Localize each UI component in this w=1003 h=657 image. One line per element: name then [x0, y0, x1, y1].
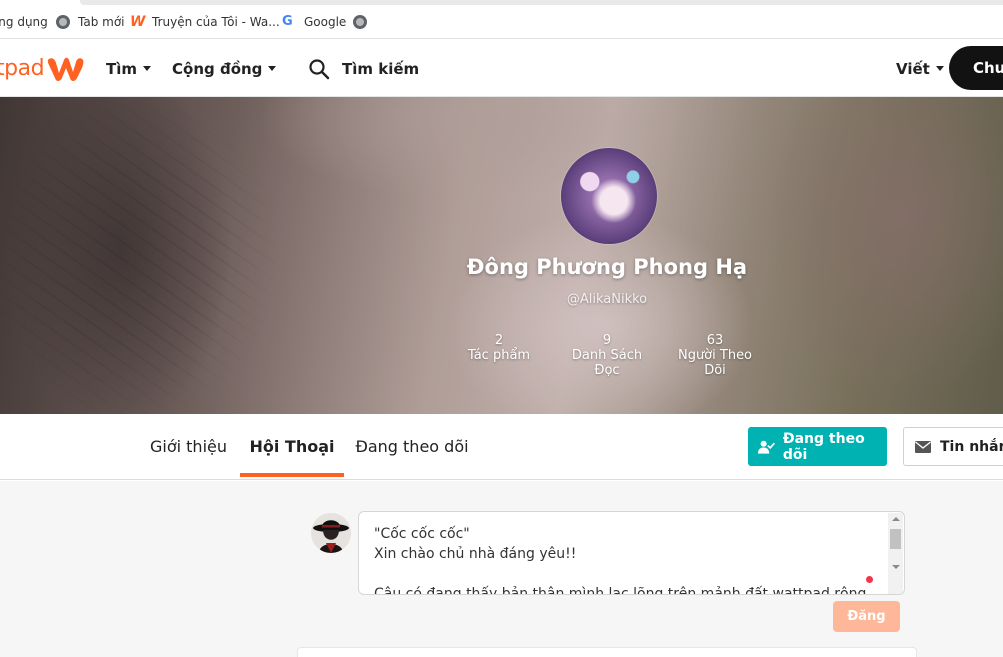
current-user-avatar [311, 513, 351, 553]
stat-reading-lists[interactable]: 9 Danh Sách Đọc [562, 333, 652, 378]
scroll-up-icon[interactable] [892, 517, 900, 521]
wattpad-w-icon [47, 57, 84, 81]
user-check-icon [758, 440, 775, 454]
profile-username: @AlikaNikko [566, 292, 648, 307]
stat-label: Danh Sách Đọc [571, 348, 643, 378]
stat-followers[interactable]: 63 Người Theo Dõi [670, 333, 760, 378]
tab-conversations[interactable]: Hội Thoại [240, 414, 344, 478]
logo-text: tpad [0, 55, 45, 81]
profile-avatar [561, 148, 657, 244]
tab-about[interactable]: Giới thiệu [140, 414, 237, 478]
scrollbar-thumb[interactable] [890, 529, 901, 549]
message-card [297, 647, 917, 657]
tab-label: Đang theo dõi [355, 436, 469, 456]
active-tab-indicator [240, 473, 344, 477]
bookmark-label: Truyện của Tôi - Wa... [152, 15, 280, 29]
premium-button[interactable]: Chuy [949, 46, 1003, 90]
bookmark-label: Ứng dụng [0, 15, 48, 29]
tab-label: Hội Thoại [249, 436, 335, 456]
bookmark-google[interactable]: G Google [282, 5, 346, 39]
caret-down-icon [268, 66, 277, 71]
following-button[interactable]: Đang theo dõi [748, 427, 887, 466]
bookmark-new-tab[interactable]: Tab mới [56, 5, 125, 39]
profile-banner: Đông Phương Phong Hạ @AlikaNikko 2 Tác p… [0, 97, 1003, 414]
wattpad-icon: W [130, 14, 146, 30]
composer-textarea[interactable]: "Cốc cốc cốc" Xin chào chủ nhà đáng yêu!… [374, 524, 884, 594]
caret-down-icon [935, 66, 944, 71]
search-input[interactable]: Tìm kiếm [342, 60, 419, 78]
tab-following[interactable]: Đang theo dõi [350, 414, 474, 478]
caret-down-icon [143, 66, 152, 71]
stat-value: 2 [494, 333, 504, 348]
bookmark-globe[interactable] [353, 5, 375, 39]
message-button-label: Tin nhắn [940, 438, 1003, 455]
post-button-label: Đăng [847, 609, 886, 624]
stat-works[interactable]: 2 Tác phẩm [454, 333, 544, 363]
bookmark-label: Google [304, 15, 347, 29]
stat-label: Người Theo Dõi [677, 348, 753, 378]
tab-label: Giới thiệu [149, 436, 227, 456]
search-icon [309, 58, 330, 79]
stat-value: 63 [706, 333, 724, 348]
site-header: tpad Tìm Cộng đồng Tìm kiếm Viết Chuy [0, 40, 1003, 97]
profile-tabs: Giới thiệu Hội Thoại Đang theo dõi Đang … [0, 414, 1003, 480]
globe-icon [56, 15, 70, 29]
stat-label: Tác phẩm [467, 348, 531, 363]
stat-value: 9 [602, 333, 612, 348]
message-composer[interactable]: "Cốc cốc cốc" Xin chào chủ nhà đáng yêu!… [358, 511, 905, 595]
profile-display-name: Đông Phương Phong Hạ [466, 255, 748, 279]
envelope-icon [915, 440, 931, 453]
google-icon: G [282, 14, 293, 29]
write-menu[interactable]: Viết [896, 40, 944, 97]
write-label: Viết [896, 59, 930, 78]
message-button[interactable]: Tin nhắn [903, 427, 1003, 466]
post-button[interactable]: Đăng [833, 601, 900, 632]
conversation-area: "Cốc cốc cốc" Xin chào chủ nhà đáng yêu!… [0, 481, 1003, 657]
wattpad-logo[interactable]: tpad [0, 54, 86, 82]
spellcheck-indicator-icon [866, 576, 873, 583]
scroll-down-icon[interactable] [892, 565, 900, 569]
search-bar[interactable]: Tìm kiếm [308, 40, 419, 97]
premium-label: Chuy [973, 59, 1003, 77]
following-button-label: Đang theo dõi [782, 430, 865, 463]
hat-avatar-icon [311, 513, 351, 553]
globe-icon [353, 15, 367, 29]
nav-browse[interactable]: Tìm [106, 40, 152, 97]
nav-community-label: Cộng đồng [172, 59, 263, 78]
nav-community[interactable]: Cộng đồng [172, 40, 277, 97]
bookmark-label: Tab mới [78, 15, 125, 29]
composer-scrollbar[interactable] [888, 513, 903, 594]
nav-browse-label: Tìm [106, 59, 138, 78]
bookmarks-bar: Ứng dụng Tab mới W Truyện của Tôi - Wa..… [0, 5, 1003, 39]
bookmark-apps[interactable]: Ứng dụng [0, 5, 48, 39]
bookmark-my-stories[interactable]: W Truyện của Tôi - Wa... [130, 5, 280, 39]
